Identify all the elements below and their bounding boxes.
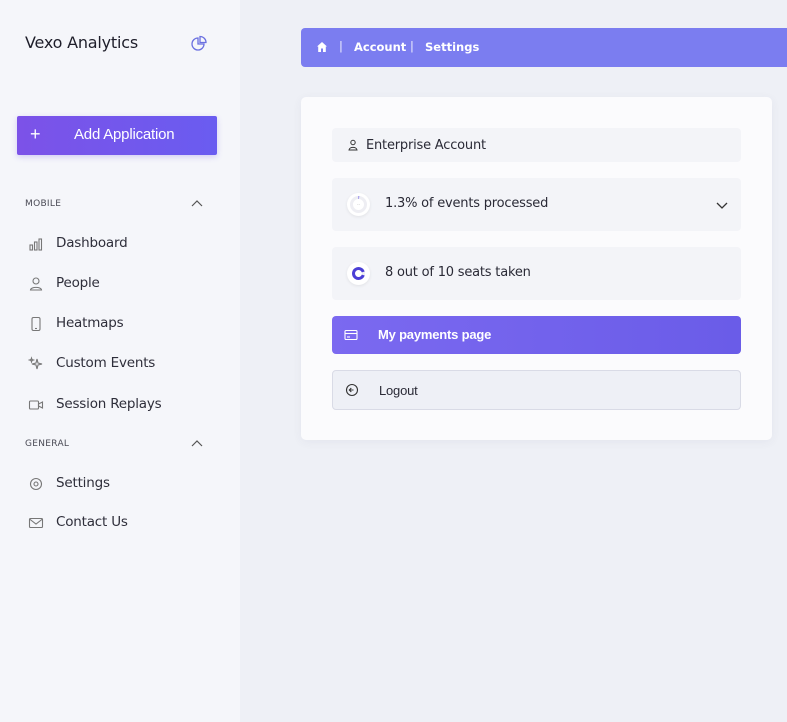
sidebar-item-label: People	[56, 275, 100, 291]
my-payments-button[interactable]: My payments page	[332, 316, 741, 354]
breadcrumb-settings[interactable]: Settings	[425, 40, 479, 54]
chevron-up-icon[interactable]	[190, 197, 204, 211]
user-icon	[348, 139, 358, 151]
video-icon	[28, 400, 44, 410]
section-header-mobile: MOBILE	[25, 199, 62, 209]
my-payments-label: My payments page	[378, 327, 492, 342]
sidebar-item-label: Session Replays	[56, 396, 162, 412]
bar-chart-icon	[29, 238, 43, 251]
sidebar-item-people[interactable]: People	[28, 272, 218, 296]
seats-progress-ring	[347, 262, 370, 285]
sidebar: Vexo Analytics + Add Application MOBILE …	[0, 0, 240, 722]
home-icon[interactable]	[316, 41, 328, 53]
sidebar-item-label: Custom Events	[56, 355, 156, 371]
sidebar-item-session-replays[interactable]: Session Replays	[28, 393, 218, 417]
account-card: Enterprise Account ·· 1.3% of events pro…	[301, 97, 772, 440]
sidebar-item-heatmaps[interactable]: Heatmaps	[28, 312, 218, 336]
add-application-label: Add Application	[74, 126, 175, 143]
section-header-general: GENERAL	[25, 439, 70, 449]
svg-text:··: ··	[357, 202, 360, 207]
pie-chart-icon[interactable]	[190, 35, 208, 53]
sidebar-item-label: Dashboard	[56, 235, 128, 251]
events-usage-row[interactable]: ·· 1.3% of events processed	[332, 178, 741, 231]
logout-button[interactable]: Logout	[332, 370, 741, 410]
breadcrumb-separator: |	[410, 39, 414, 53]
account-name: Enterprise Account	[366, 138, 486, 153]
plus-icon: +	[30, 124, 41, 144]
breadcrumb-separator: |	[339, 39, 343, 53]
user-icon	[29, 277, 43, 291]
breadcrumb: | Account | Settings	[301, 28, 787, 67]
sidebar-item-label: Contact Us	[56, 514, 128, 530]
logout-label: Logout	[379, 383, 418, 398]
sidebar-item-contact-us[interactable]: Contact Us	[28, 511, 218, 535]
chevron-up-icon[interactable]	[190, 437, 204, 451]
credit-card-icon	[344, 329, 358, 341]
phone-icon	[31, 316, 41, 332]
sidebar-item-label: Heatmaps	[56, 315, 124, 331]
seats-taken-text: 8 out of 10 seats taken	[385, 265, 531, 280]
sidebar-item-settings[interactable]: Settings	[28, 472, 218, 496]
events-progress-ring: ··	[347, 193, 370, 216]
seats-usage-row: 8 out of 10 seats taken	[332, 247, 741, 300]
add-application-button[interactable]: + Add Application	[17, 116, 217, 155]
breadcrumb-account[interactable]: Account	[354, 40, 406, 54]
sparkles-icon	[28, 356, 43, 370]
sidebar-item-dashboard[interactable]: Dashboard	[28, 232, 218, 256]
mail-icon	[28, 517, 44, 529]
app-name: Vexo Analytics	[25, 33, 138, 52]
sidebar-item-custom-events[interactable]: Custom Events	[28, 352, 218, 376]
events-processed-text: 1.3% of events processed	[385, 196, 549, 211]
account-name-row: Enterprise Account	[332, 128, 741, 162]
gear-icon	[29, 477, 43, 491]
chevron-down-icon[interactable]	[715, 198, 729, 212]
logout-icon	[345, 383, 359, 397]
sidebar-item-label: Settings	[56, 475, 110, 491]
